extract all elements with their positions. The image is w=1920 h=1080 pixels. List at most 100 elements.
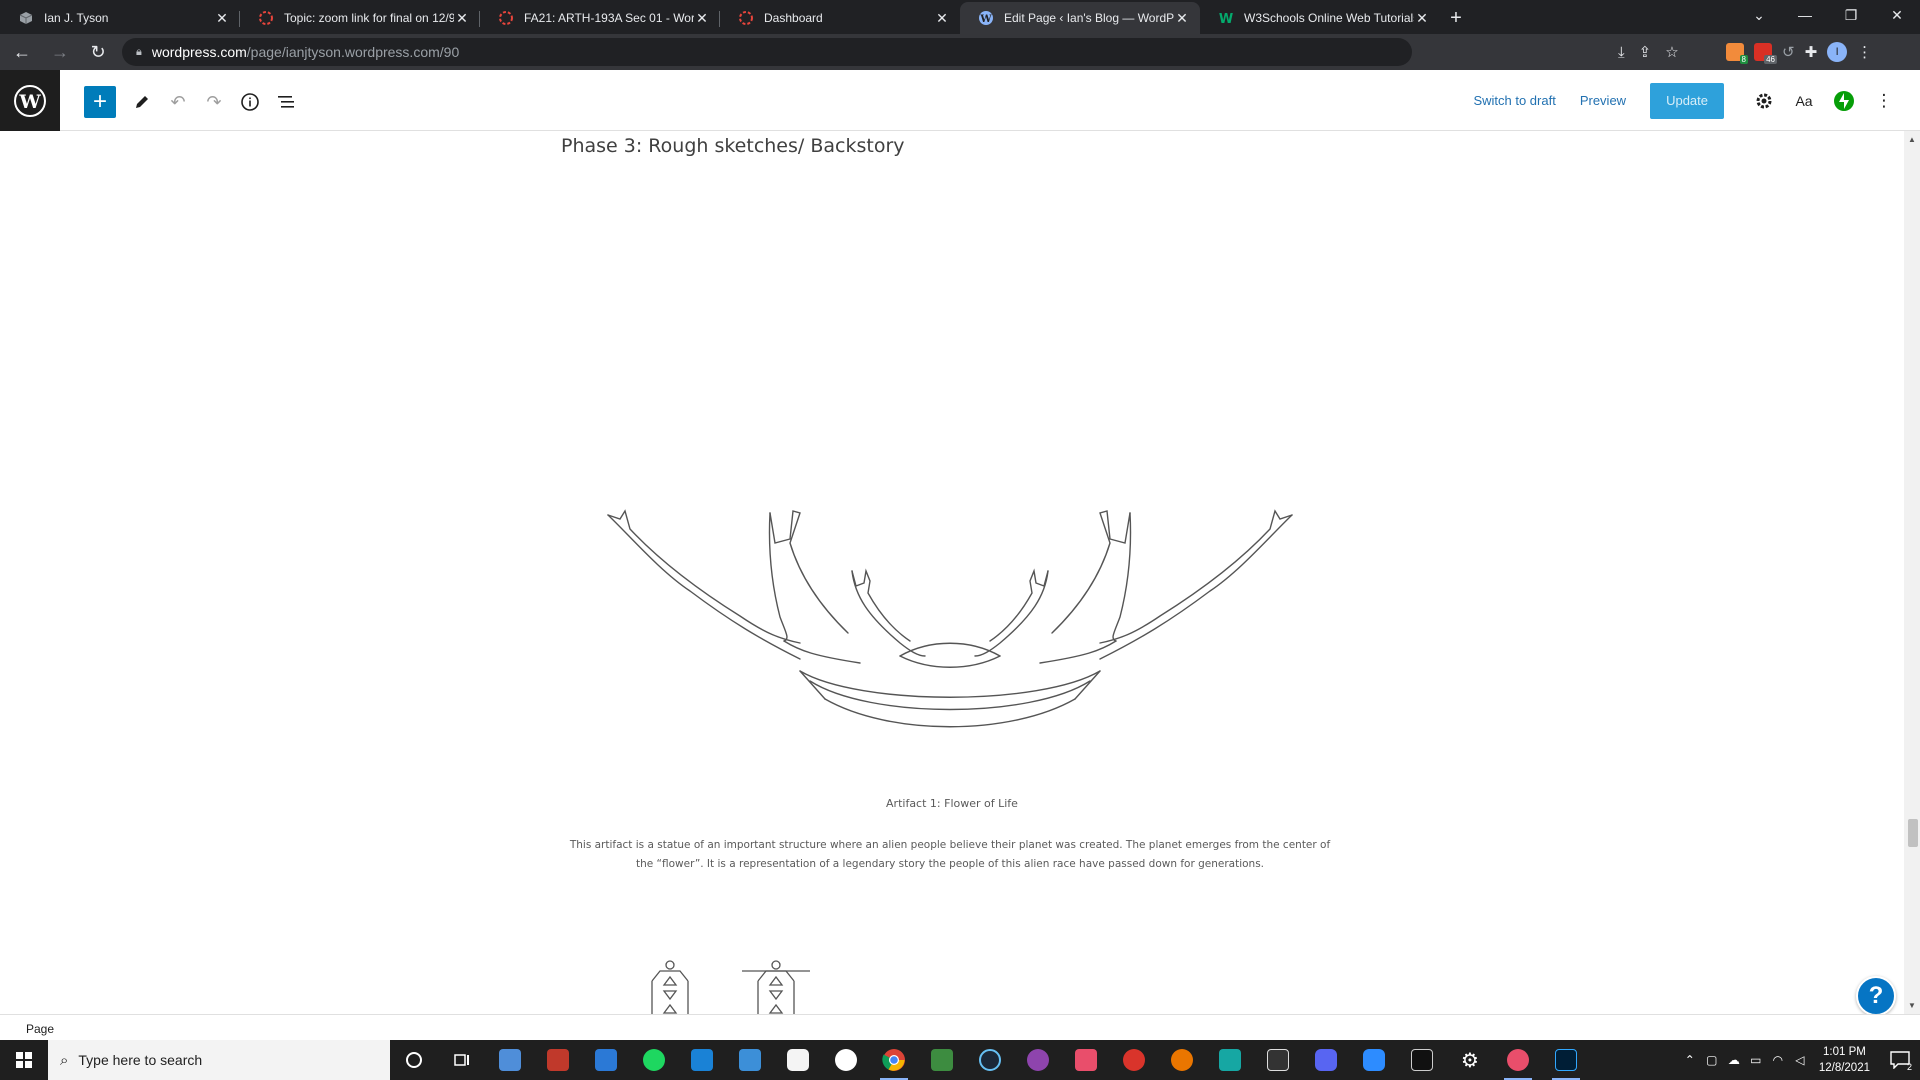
w3schools-icon: W [1218, 10, 1234, 26]
browser-tab[interactable]: Topic: zoom link for final on 12/9 ✕ [240, 2, 480, 34]
install-icon[interactable]: ⤓ [1618, 44, 1625, 61]
redo-icon[interactable]: ↷ [198, 86, 230, 118]
search-icon: ⌕ [60, 1051, 69, 1069]
search-placeholder: Type here to search [78, 1052, 203, 1068]
battery-icon[interactable]: ▭ [1745, 1053, 1767, 1067]
close-tab-icon[interactable]: ✕ [454, 10, 470, 27]
extension-badge-2[interactable]: 46 [1754, 43, 1777, 64]
artifact-sketches-image[interactable] [640, 951, 840, 1014]
jetpack-icon[interactable] [1832, 89, 1856, 113]
share-icon[interactable]: ⇪ [1639, 43, 1652, 61]
zoom-icon[interactable] [1350, 1040, 1398, 1080]
wordpress-logo-icon[interactable]: W [0, 70, 60, 131]
taskbar-search-input[interactable]: ⌕ Type here to search [48, 1040, 390, 1080]
close-tab-icon[interactable]: ✕ [694, 10, 710, 27]
taskbar-clock[interactable]: 1:01 PM 12/8/2021 [1819, 1044, 1870, 1076]
task-view-icon[interactable] [438, 1040, 486, 1080]
profile-avatar[interactable]: I [1827, 42, 1848, 62]
spotify-icon[interactable] [630, 1040, 678, 1080]
extensions-puzzle-icon[interactable]: ✚ [1805, 43, 1818, 61]
tools-pencil-icon[interactable] [126, 86, 158, 118]
back-button[interactable]: ← [6, 36, 38, 68]
switch-to-draft-button[interactable]: Switch to draft [1473, 93, 1555, 108]
epic-games-icon[interactable] [1398, 1040, 1446, 1080]
restore-button[interactable]: ❐ [1828, 0, 1874, 30]
bookmark-star-icon[interactable]: ☆ [1665, 43, 1678, 61]
unity-icon[interactable] [1254, 1040, 1302, 1080]
microsoft-store-icon[interactable] [582, 1040, 630, 1080]
mail-icon[interactable] [678, 1040, 726, 1080]
history-icon[interactable]: ↺ [1782, 43, 1795, 61]
discord-icon[interactable] [1302, 1040, 1350, 1080]
onedrive-cloud-icon[interactable]: ☁ [1723, 1053, 1745, 1067]
forward-button[interactable]: → [44, 36, 76, 68]
settings-gear-icon[interactable]: ⚙ [1446, 1040, 1494, 1080]
close-tab-icon[interactable]: ✕ [1174, 10, 1190, 27]
autodesk-app-icon[interactable] [1110, 1040, 1158, 1080]
wordpress-app-icon[interactable] [822, 1040, 870, 1080]
steam-icon[interactable] [966, 1040, 1014, 1080]
scroll-up-arrow-icon[interactable]: ▲ [1908, 135, 1916, 144]
windows-start-icon[interactable] [0, 1040, 48, 1080]
notifications-icon[interactable]: 2 [1880, 1040, 1920, 1080]
new-tab-button[interactable]: + [1440, 2, 1472, 34]
tab-title: W3Schools Online Web Tutorials [1244, 11, 1414, 25]
minecraft-icon[interactable] [918, 1040, 966, 1080]
close-window-button[interactable]: ✕ [1874, 0, 1920, 30]
cortana-icon[interactable] [390, 1040, 438, 1080]
close-tab-icon[interactable]: ✕ [1414, 10, 1430, 27]
calculator-icon[interactable] [726, 1040, 774, 1080]
minimize-button[interactable]: — [1782, 0, 1828, 30]
details-info-icon[interactable] [234, 86, 266, 118]
browser-tab[interactable]: W W3Schools Online Web Tutorials ✕ [1200, 2, 1440, 34]
tab-search-icon[interactable]: ⌄ [1736, 0, 1782, 30]
meet-now-icon[interactable]: ▢ [1701, 1053, 1723, 1067]
blender-icon[interactable] [1158, 1040, 1206, 1080]
update-button[interactable]: Update [1650, 82, 1724, 119]
help-button[interactable]: ? [1856, 976, 1896, 1014]
editor-header: W + ↶ ↷ Switch to draft Preview Update A… [0, 70, 1920, 131]
chrome-menu-icon[interactable]: ⋮ [1857, 43, 1872, 61]
close-tab-icon[interactable]: ✕ [934, 10, 950, 27]
creative-cloud-icon[interactable] [1062, 1040, 1110, 1080]
show-hidden-icons-chevron-icon[interactable]: ⌃ [1679, 1053, 1701, 1067]
settings-gear-icon[interactable] [1752, 89, 1776, 113]
paint-app-icon[interactable] [1014, 1040, 1062, 1080]
volume-icon[interactable]: ◁ [1789, 1053, 1811, 1067]
address-bar[interactable]: 🔒︎ wordpress.com/page/ianjtyson.wordpres… [122, 38, 1412, 66]
browser-tab[interactable]: FA21: ARTH-193A Sec 01 - World ✕ [480, 2, 720, 34]
more-options-icon[interactable]: ⋮ [1872, 89, 1896, 113]
extension-badge-1[interactable]: 8 [1726, 43, 1748, 64]
close-tab-icon[interactable]: ✕ [214, 10, 230, 27]
url-path: /page/ianjtyson.wordpress.com/90 [246, 44, 460, 60]
chrome-icon[interactable] [870, 1040, 918, 1080]
undo-icon[interactable]: ↶ [162, 86, 194, 118]
wordpress-icon: W [978, 10, 994, 26]
reload-button[interactable]: ↻ [82, 36, 114, 68]
browser-tab[interactable]: Ian J. Tyson ✕ [0, 2, 240, 34]
breadcrumb-page[interactable]: Page [26, 1022, 54, 1036]
game-app-icon[interactable] [534, 1040, 582, 1080]
browser-tab[interactable]: Dashboard ✕ [720, 2, 960, 34]
artifact-description[interactable]: This artifact is a statue of an importan… [560, 836, 1340, 874]
creative-cloud-running-icon[interactable] [1494, 1040, 1542, 1080]
editor-canvas: Phase 3: Rough sketches/ Backstory Artif… [0, 131, 1904, 1014]
typography-aa-icon[interactable]: Aa [1792, 89, 1816, 113]
page-heading[interactable]: Phase 3: Rough sketches/ Backstory [561, 135, 905, 157]
browser-tab-active[interactable]: W Edit Page ‹ Ian's Blog — WordPress ✕ [960, 2, 1200, 34]
lock-icon[interactable]: 🔒︎ [136, 46, 142, 59]
scrollbar-thumb[interactable] [1908, 819, 1918, 847]
flower-of-life-sketch-image[interactable] [600, 371, 1300, 731]
file-explorer-icon[interactable] [486, 1040, 534, 1080]
add-block-button[interactable]: + [84, 86, 116, 118]
photoshop-icon[interactable] [1542, 1040, 1590, 1080]
scroll-down-arrow-icon[interactable]: ▼ [1908, 1001, 1916, 1010]
itunes-icon[interactable] [774, 1040, 822, 1080]
preview-button[interactable]: Preview [1580, 93, 1626, 108]
image-caption[interactable]: Artifact 1: Flower of Life [0, 797, 1904, 810]
wifi-icon[interactable]: ◠ [1767, 1053, 1789, 1067]
maya-icon[interactable] [1206, 1040, 1254, 1080]
list-view-icon[interactable] [270, 86, 302, 118]
editor-scrollbar[interactable]: ▲ ▼ [1904, 131, 1920, 1014]
tab-title: Topic: zoom link for final on 12/9 [284, 11, 454, 25]
